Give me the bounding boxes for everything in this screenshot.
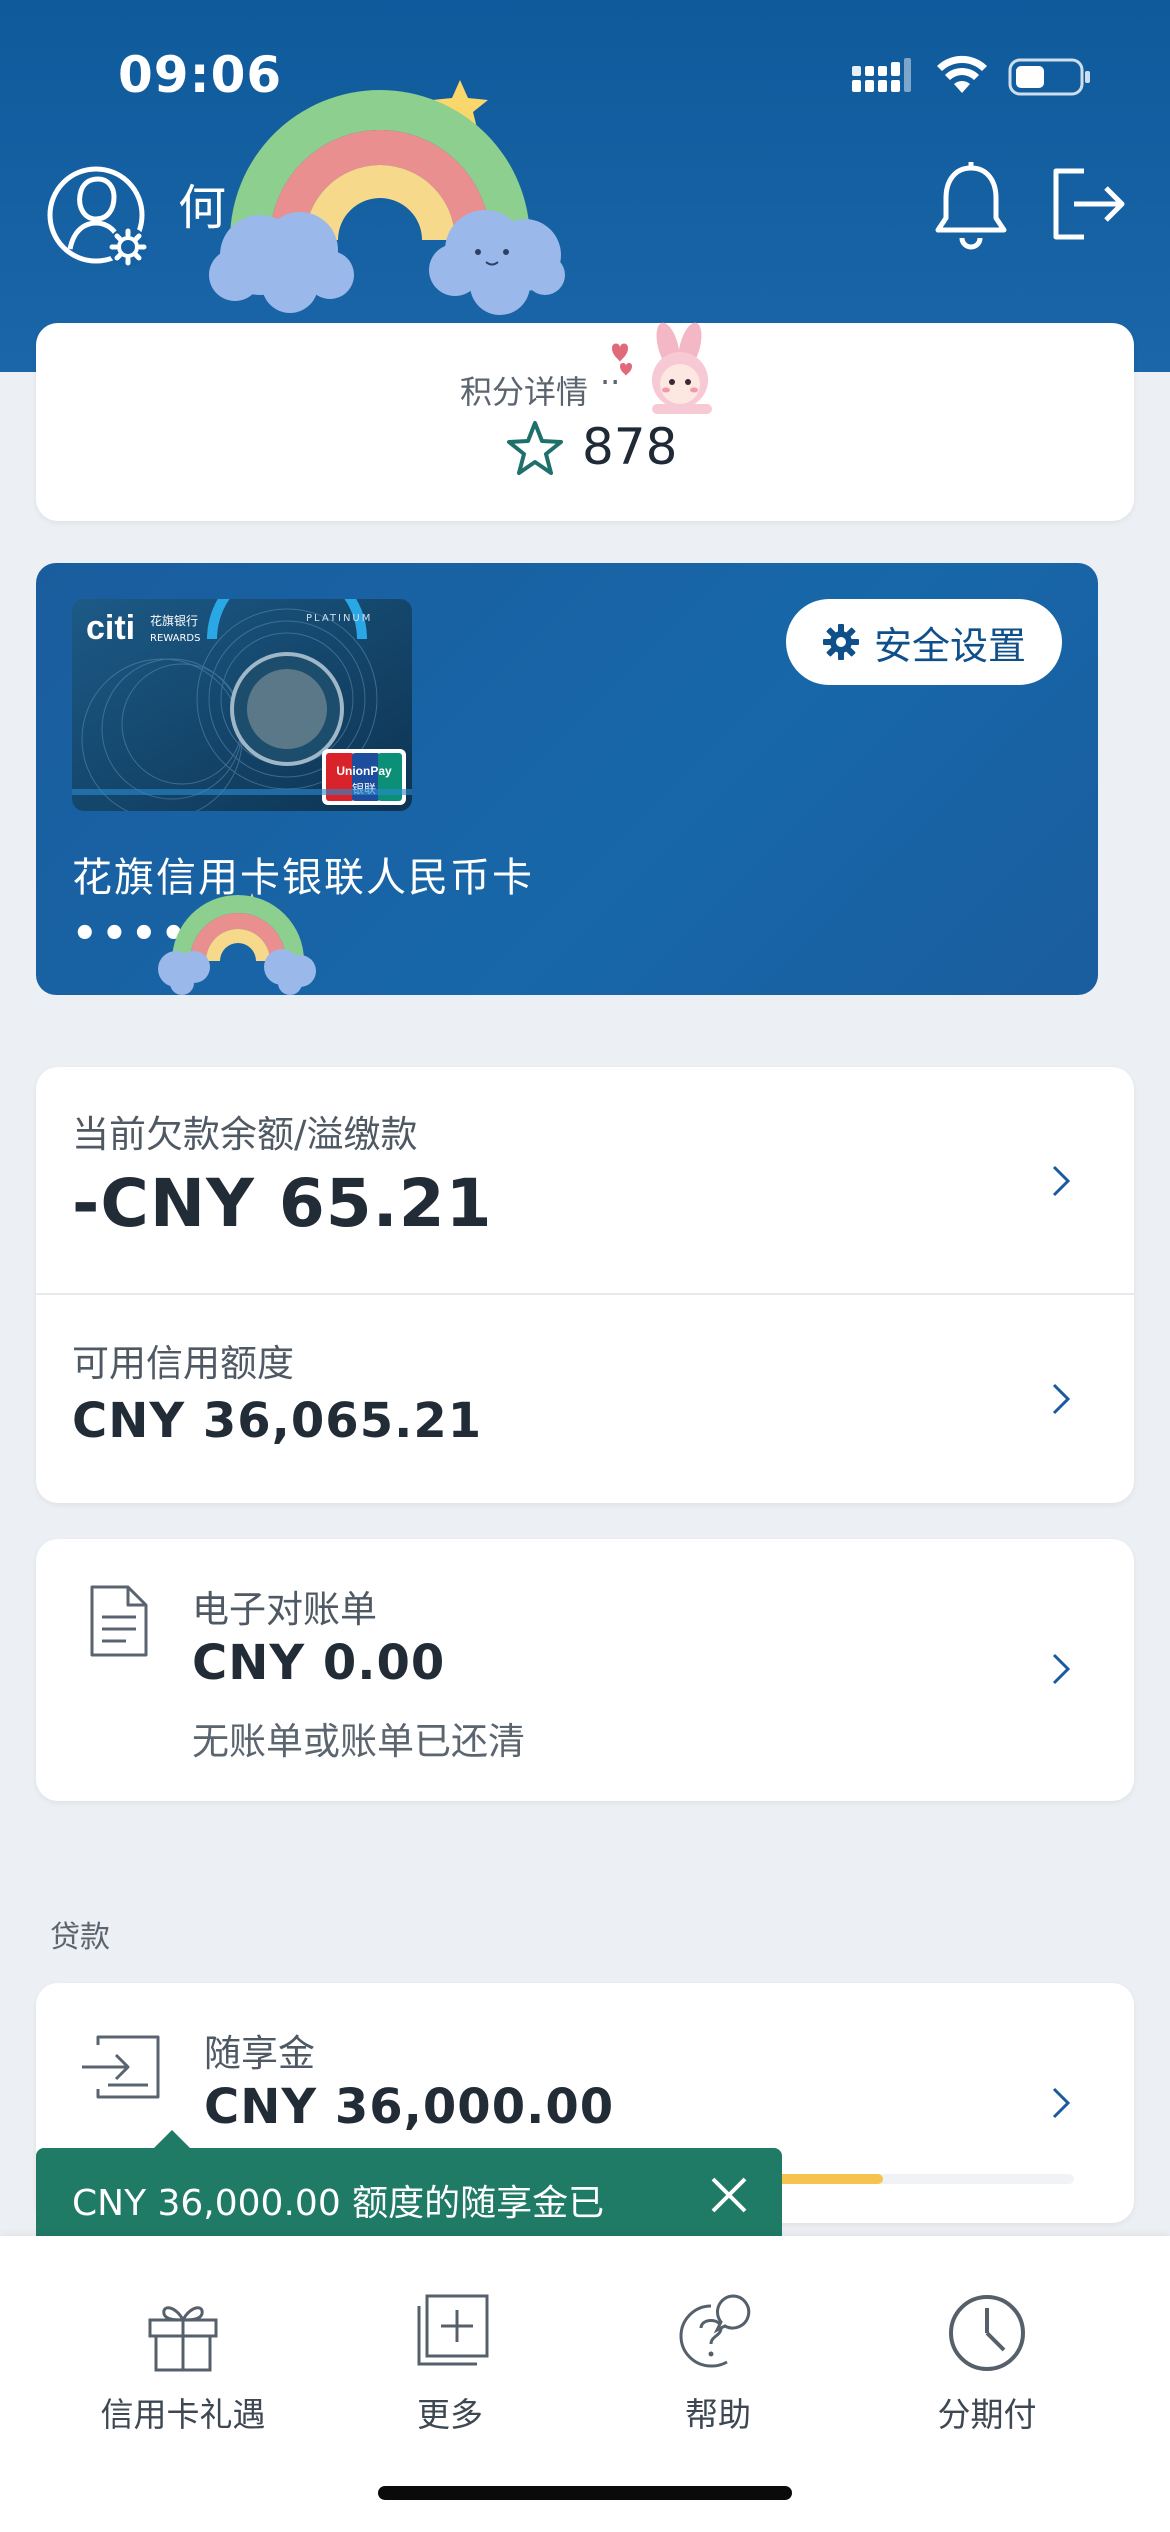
gift-icon (148, 2306, 218, 2372)
available-credit-label: 可用信用额度 (72, 1342, 294, 1385)
points-value: 878 (582, 418, 678, 476)
balance-card: 当前欠款余额/溢缴款 -CNY 65.21 可用信用额度 CNY 36,065.… (36, 1067, 1134, 1503)
card-brand-sub: 花旗银行 (150, 613, 198, 628)
transfer-in-icon (82, 2035, 160, 2099)
battery-icon (1008, 58, 1090, 96)
available-credit-row[interactable]: 可用信用额度 CNY 36,065.21 (36, 1295, 1134, 1503)
star-icon (507, 421, 563, 475)
nav-card-privileges[interactable]: 信用卡礼遇 (48, 2292, 318, 2442)
help-chat-icon (679, 2294, 751, 2368)
unionpay-logo-text: UnionPay (336, 764, 392, 778)
home-indicator (378, 2486, 792, 2500)
clock-icon (949, 2295, 1025, 2371)
gear-icon (822, 624, 859, 660)
e-statement-amount: CNY 0.00 (192, 1635, 446, 1691)
loan-title: 随享金 (204, 2032, 315, 2075)
e-statement-card[interactable]: 电子对账单 CNY 0.00 无账单或账单已还清 (36, 1539, 1134, 1801)
add-square-icon (417, 2294, 489, 2366)
loan-amount: CNY 36,000.00 (204, 2079, 615, 2135)
chevron-right-icon (1052, 1165, 1071, 1197)
points-card[interactable]: 积分详情 ·· 878 (36, 323, 1134, 521)
nav-label: 信用卡礼遇 (100, 2395, 266, 2434)
nav-label: 更多 (417, 2395, 483, 2434)
toast-pointer (154, 2130, 190, 2148)
card-tier-text: PLATINUM (306, 613, 372, 624)
nav-more[interactable]: 更多 (315, 2292, 585, 2442)
nav-label: 帮助 (685, 2395, 751, 2434)
profile-settings-icon[interactable] (44, 163, 156, 275)
cellular-signal-icon (852, 58, 911, 92)
rainbow-sticker (209, 80, 565, 315)
credit-card-image[interactable]: citi 花旗银行 REWARDS PLATINUM UnionPay 银联 (72, 599, 412, 811)
nav-installment[interactable]: 分期付 (852, 2292, 1122, 2442)
available-credit-value: CNY 36,065.21 (72, 1393, 483, 1449)
current-balance-label: 当前欠款余额/溢缴款 (72, 1113, 418, 1156)
loan-toast-message: CNY 36,000.00 额度的随享金已 (36, 2130, 782, 2242)
status-bar: 09:06 (0, 0, 1170, 150)
document-icon (90, 1585, 148, 1657)
close-icon[interactable] (708, 2174, 750, 2216)
mini-rainbow-sticker (158, 893, 316, 995)
bunny-sticker (612, 322, 712, 414)
current-balance-row[interactable]: 当前欠款余额/溢缴款 -CNY 65.21 (36, 1067, 1134, 1295)
security-settings-button[interactable]: 安全设置 (786, 599, 1062, 685)
loans-section-label: 贷款 (50, 1920, 110, 1955)
chevron-right-icon (1052, 2087, 1071, 2119)
nav-label: 分期付 (937, 2395, 1037, 2434)
e-statement-title: 电子对账单 (192, 1588, 377, 1631)
toast-text: CNY 36,000.00 额度的随享金已 (72, 2183, 605, 2224)
security-settings-label: 安全设置 (873, 623, 1026, 668)
credit-card-panel[interactable]: citi 花旗银行 REWARDS PLATINUM UnionPay 银联 安… (36, 563, 1098, 995)
points-label: 积分详情 (460, 373, 589, 411)
chevron-right-icon (1052, 1653, 1071, 1685)
notification-bell-icon[interactable] (930, 160, 1012, 250)
card-brand-logo: citi (86, 609, 135, 647)
logout-icon[interactable] (1050, 165, 1128, 243)
nav-help[interactable]: 帮助 (583, 2292, 853, 2442)
card-rewards-text: REWARDS (150, 633, 200, 644)
current-balance-value: -CNY 65.21 (72, 1165, 493, 1242)
e-statement-note: 无账单或账单已还清 (192, 1720, 525, 1763)
chevron-right-icon (1052, 1383, 1071, 1415)
wifi-icon (937, 55, 987, 93)
